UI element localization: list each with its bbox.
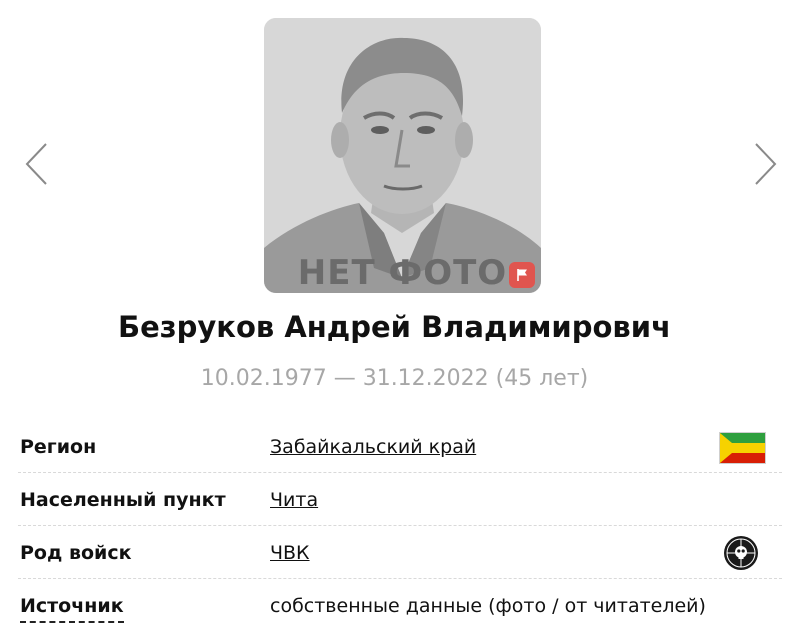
zabaykalsky-flag-icon [719, 432, 766, 464]
info-row-source: Источник собственные данные (фото / от ч… [18, 579, 782, 631]
flag-icon [517, 269, 527, 281]
branch-link[interactable]: ЧВК [270, 542, 310, 564]
info-table: Регион Забайкальский край Населенный пун… [18, 420, 782, 631]
chevron-right-icon [755, 143, 777, 185]
source-label[interactable]: Источник [20, 595, 124, 623]
portrait-silhouette-icon [264, 18, 541, 293]
region-label: Регион [20, 436, 97, 458]
info-row-region: Регион Забайкальский край [18, 420, 782, 473]
no-photo-label: НЕТ ФОТО [297, 253, 508, 293]
settlement-label: Населенный пункт [20, 489, 226, 511]
region-link[interactable]: Забайкальский край [270, 436, 476, 458]
settlement-link[interactable]: Чита [270, 489, 318, 511]
memorial-card: НЕТ ФОТО Безруков Андрей Владимирович 10… [0, 0, 789, 632]
person-name: Безруков Андрей Владимирович [117, 310, 672, 344]
pmc-emblem-icon [723, 535, 759, 571]
prev-button[interactable] [22, 140, 52, 188]
source-value: собственные данные (фото / от читателей) [270, 595, 706, 617]
next-button[interactable] [750, 140, 780, 188]
info-row-branch: Род войск ЧВК [18, 526, 782, 579]
life-dates: 10.02.1977 — 31.12.2022 (45 лет) [200, 366, 589, 391]
branch-label: Род войск [20, 542, 132, 564]
report-button[interactable] [509, 262, 535, 288]
info-row-settlement: Населенный пункт Чита [18, 473, 782, 526]
chevron-left-icon [25, 143, 47, 185]
photo-placeholder: НЕТ ФОТО [264, 18, 541, 293]
